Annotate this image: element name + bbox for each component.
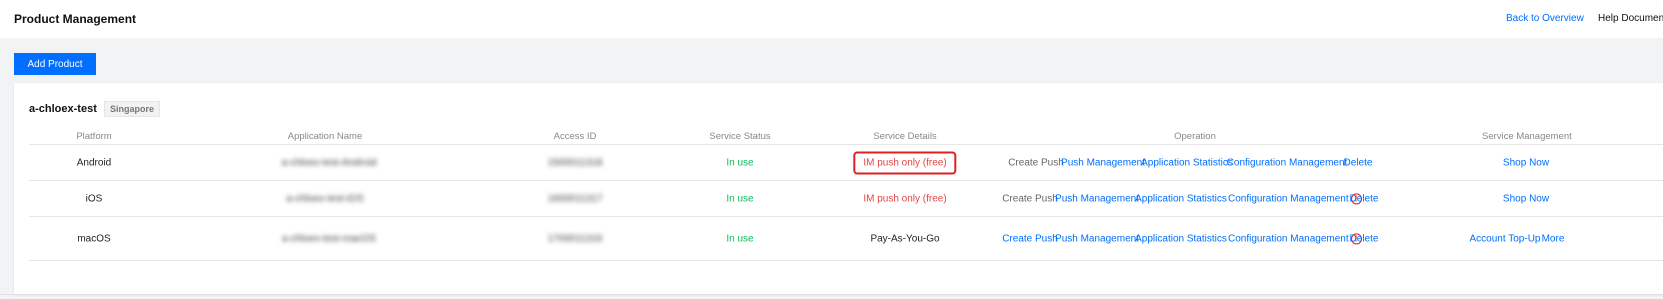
table-row: iOS a-chloex-test-iOS 1600011317 In use … (29, 181, 1663, 217)
application-statistics-link[interactable]: Application Statistics (1135, 193, 1227, 204)
platform-cell: iOS (85, 193, 103, 204)
top-bar: Product Management Back to Overview Help… (0, 0, 1663, 38)
table-row: macOS a-chloex-test-macOS 1700011316 In … (29, 217, 1663, 261)
push-management-link[interactable]: Push Management (1055, 233, 1139, 244)
application-statistics-link[interactable]: Application Statistics (1141, 158, 1233, 169)
shop-now-link[interactable]: Shop Now (1503, 158, 1549, 169)
service-status-cell: In use (726, 233, 754, 244)
product-card: a-chloex-test Singapore Platform Applica… (14, 83, 1663, 294)
application-name-cell: a-chloex-test-iOS (286, 193, 364, 204)
application-statistics-link[interactable]: Application Statistics (1135, 233, 1227, 244)
column-header-access-id: Access ID (553, 131, 597, 142)
shop-now-link[interactable]: Shop Now (1503, 193, 1549, 204)
page-title: Product Management (14, 12, 137, 26)
delete-link[interactable]: Delete (1350, 233, 1379, 244)
access-id-cell: 1500011318 (547, 157, 603, 169)
service-details-cell: Pay-As-You-Go (870, 233, 940, 244)
column-header-service-details: Service Details (873, 131, 937, 142)
service-status-cell: In use (726, 157, 754, 169)
configuration-management-group: Configuration Management! (1228, 232, 1362, 244)
configuration-management-group: Configuration Management! (1228, 192, 1362, 204)
delete-link[interactable]: Delete (1350, 193, 1379, 204)
column-header-operation: Operation (1174, 131, 1216, 142)
column-header-service-management: Service Management (1482, 131, 1572, 142)
create-push-link[interactable]: Create Push (1008, 158, 1064, 169)
delete-link[interactable]: Delete (1344, 158, 1373, 169)
application-name-cell: a-chloex-test-macOS (282, 233, 376, 244)
back-to-overview-link[interactable]: Back to Overview (1506, 13, 1584, 24)
region-tag: Singapore (104, 101, 161, 117)
service-details-cell: IM push only (free) (863, 193, 947, 204)
service-status-cell: In use (726, 193, 754, 204)
column-header-platform: Platform (76, 131, 112, 142)
access-id-cell: 1700011316 (547, 233, 603, 244)
table-header: Platform Application Name Access ID Serv… (29, 128, 1663, 145)
configuration-management-link[interactable]: Configuration Management (1228, 193, 1349, 204)
access-id-cell: 1600011317 (547, 193, 603, 204)
push-management-link[interactable]: Push Management (1061, 158, 1145, 169)
column-header-application-name: Application Name (287, 131, 363, 142)
configuration-management-link[interactable]: Configuration Management (1228, 233, 1349, 244)
more-link[interactable]: More (1542, 233, 1565, 244)
add-product-button[interactable]: Add Product (14, 53, 96, 75)
configuration-management-link[interactable]: Configuration Management (1227, 158, 1348, 169)
divider (0, 294, 1663, 295)
service-details-cell: IM push only (free) (853, 151, 957, 175)
product-name: a-chloex-test (29, 103, 97, 115)
create-push-link[interactable]: Create Push (1002, 193, 1058, 204)
table-row: Android a-chloex-test-Android 1500011318… (29, 146, 1663, 181)
platform-cell: macOS (77, 233, 111, 244)
help-document-link[interactable]: Help Document (1598, 13, 1663, 24)
column-header-service-status: Service Status (709, 131, 771, 142)
account-top-up-link[interactable]: Account Top-Up (1470, 233, 1541, 244)
application-name-cell: a-chloex-test-Android (281, 157, 377, 169)
platform-cell: Android (76, 157, 112, 169)
push-management-link[interactable]: Push Management (1055, 193, 1139, 204)
create-push-link[interactable]: Create Push (1002, 233, 1058, 244)
